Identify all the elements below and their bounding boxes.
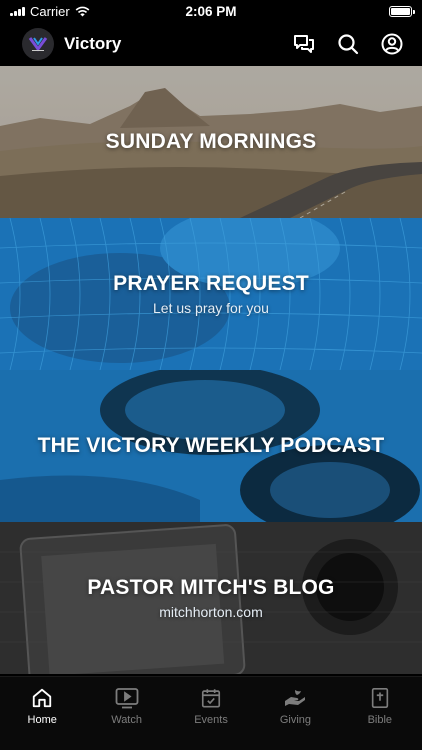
- card-sunday-mornings[interactable]: SUNDAY MORNINGS: [0, 66, 422, 218]
- carrier-label: Carrier: [30, 3, 70, 19]
- card-blog[interactable]: PASTOR MITCH'S BLOG mitchhorton.com: [0, 522, 422, 674]
- app-title: Victory: [64, 34, 122, 53]
- wifi-icon: [75, 6, 90, 16]
- profile-button[interactable]: [374, 26, 410, 62]
- card-title: THE VICTORY WEEKLY PODCAST: [37, 434, 385, 457]
- signal-icon: [10, 6, 25, 16]
- search-button[interactable]: [330, 26, 366, 62]
- bible-icon: [371, 688, 388, 708]
- card-subtitle: Let us pray for you: [153, 300, 269, 316]
- battery-icon: [389, 5, 415, 17]
- messages-button[interactable]: [286, 26, 322, 62]
- chat-icon: [294, 35, 314, 53]
- card-title: SUNDAY MORNINGS: [105, 130, 317, 153]
- account-icon: [381, 33, 403, 55]
- card-prayer-request[interactable]: PRAYER REQUEST Let us pray for you: [0, 218, 422, 370]
- tab-bible[interactable]: Bible: [338, 677, 422, 750]
- calendar-icon: [201, 689, 221, 708]
- status-left: Carrier: [10, 4, 150, 19]
- tab-label: Events: [194, 714, 228, 726]
- tab-bar: Home Watch Events Giving Bible: [0, 676, 422, 750]
- giving-icon: [285, 690, 306, 706]
- tab-watch[interactable]: Watch: [84, 677, 168, 750]
- search-icon: [338, 34, 359, 55]
- card-title: PASTOR MITCH'S BLOG: [87, 576, 335, 599]
- card-subtitle: mitchhorton.com: [159, 604, 263, 620]
- church-logo[interactable]: [22, 28, 54, 60]
- tab-giving[interactable]: Giving: [253, 677, 337, 750]
- content-list: SUNDAY MORNINGS PRAYER REQUEST Let us pr…: [0, 66, 422, 674]
- status-right: [272, 5, 415, 17]
- tab-label: Home: [27, 714, 57, 726]
- tab-home[interactable]: Home: [0, 677, 84, 750]
- card-title: PRAYER REQUEST: [113, 272, 309, 295]
- home-icon: [33, 688, 52, 708]
- header-actions: [286, 26, 410, 62]
- tab-events[interactable]: Events: [169, 677, 253, 750]
- app-header: Victory: [0, 22, 422, 66]
- card-podcast[interactable]: THE VICTORY WEEKLY PODCAST: [0, 370, 422, 522]
- status-time: 2:06 PM: [185, 3, 237, 19]
- tab-label: Bible: [367, 714, 393, 726]
- status-bar: Carrier 2:06 PM: [0, 0, 422, 22]
- tab-label: Watch: [111, 714, 142, 726]
- tab-label: Giving: [279, 714, 312, 726]
- watch-icon: [115, 688, 139, 709]
- victory-logo-icon: [28, 37, 48, 52]
